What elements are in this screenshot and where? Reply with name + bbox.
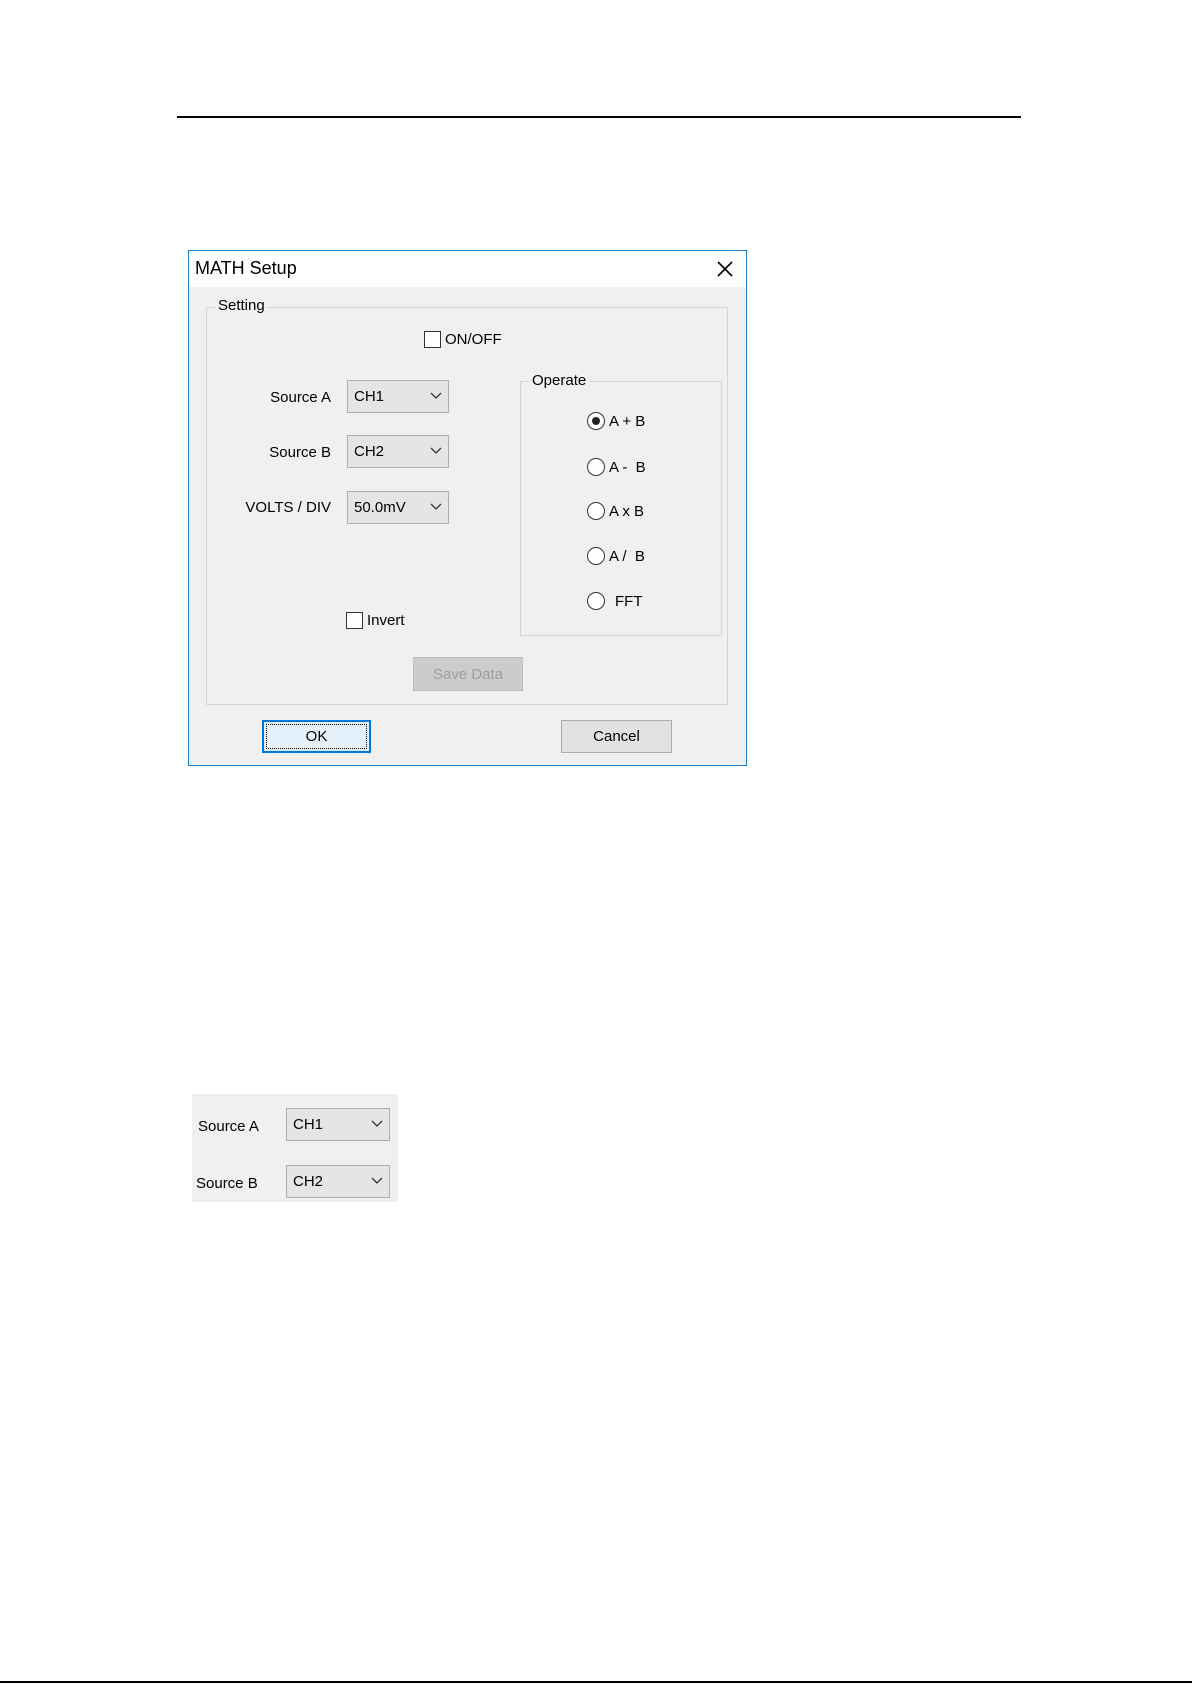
chevron-down-icon (371, 1120, 383, 1127)
radio-a-minus-b-circle[interactable] (587, 458, 605, 476)
radio-fft-circle[interactable] (587, 592, 605, 610)
cancel-button[interactable]: Cancel (561, 720, 672, 753)
volts-div-select[interactable]: 50.0mV (347, 491, 449, 524)
zoom-source-a-select[interactable]: CH1 (286, 1108, 390, 1141)
source-select-zoom-panel: Source A CH1 Source B CH2 (192, 1094, 398, 1202)
math-setup-dialog: MATH Setup Setting ON/OFF Source A CH1 S… (188, 250, 747, 766)
onoff-checkbox-box[interactable] (424, 331, 441, 348)
zoom-source-b-value: CH2 (293, 1173, 324, 1190)
zoom-source-b-select[interactable]: CH2 (286, 1165, 390, 1198)
chevron-down-icon (371, 1177, 383, 1184)
radio-a-times-b[interactable]: A x B (587, 502, 644, 520)
radio-a-plus-b-label: A + B (609, 412, 646, 430)
radio-a-div-b-label: A / B (609, 547, 645, 565)
source-b-value: CH2 (354, 443, 385, 460)
chevron-down-icon (430, 392, 442, 399)
source-b-select[interactable]: CH2 (347, 435, 449, 468)
page-header-rule (177, 116, 1021, 118)
ok-button[interactable]: OK (262, 720, 371, 753)
operate-group-label: Operate (529, 373, 590, 389)
dialog-titlebar: MATH Setup (189, 251, 746, 287)
save-data-button[interactable]: Save Data (413, 657, 523, 691)
page-footer-rule (0, 1681, 1192, 1683)
volts-div-label: VOLTS / DIV (245, 499, 331, 516)
source-a-value: CH1 (354, 388, 385, 405)
invert-checkbox-label: Invert (367, 612, 405, 629)
chevron-down-icon (430, 447, 442, 454)
radio-a-times-b-circle[interactable] (587, 502, 605, 520)
radio-a-plus-b[interactable]: A + B (587, 412, 645, 430)
zoom-source-a-label: Source A (198, 1118, 259, 1135)
invert-checkbox[interactable]: Invert (346, 612, 405, 629)
radio-fft-label: FFT (615, 592, 643, 610)
onoff-checkbox-label: ON/OFF (445, 331, 502, 348)
onoff-checkbox[interactable]: ON/OFF (424, 331, 502, 348)
close-icon[interactable] (712, 256, 738, 282)
radio-a-div-b[interactable]: A / B (587, 547, 645, 565)
setting-group-label: Setting (215, 298, 268, 314)
radio-a-plus-b-circle[interactable] (587, 412, 605, 430)
source-a-select[interactable]: CH1 (347, 380, 449, 413)
source-b-label: Source B (269, 444, 331, 461)
volts-div-value: 50.0mV (354, 499, 406, 516)
radio-a-times-b-label: A x B (609, 502, 645, 520)
dialog-title: MATH Setup (195, 258, 297, 278)
radio-fft[interactable]: FFT (587, 592, 643, 610)
radio-a-minus-b[interactable]: A - B (587, 458, 646, 476)
zoom-source-b-label: Source B (196, 1175, 258, 1192)
invert-checkbox-box[interactable] (346, 612, 363, 629)
radio-a-minus-b-label: A - B (609, 458, 646, 476)
chevron-down-icon (430, 503, 442, 510)
radio-a-div-b-circle[interactable] (587, 547, 605, 565)
source-a-label: Source A (270, 389, 331, 406)
zoom-source-a-value: CH1 (293, 1116, 324, 1133)
